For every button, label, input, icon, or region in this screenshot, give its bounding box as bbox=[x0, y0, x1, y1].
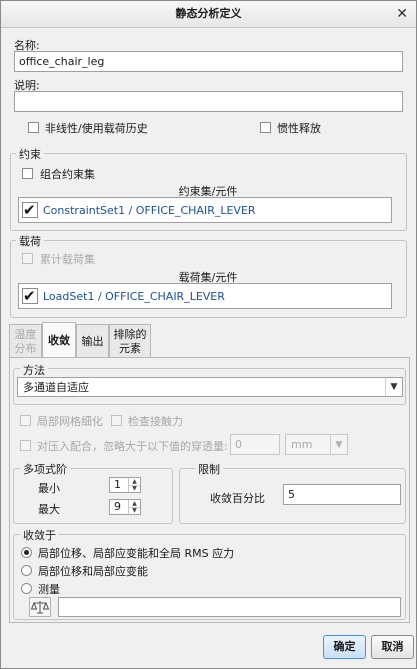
combine-constraints-checkbox[interactable] bbox=[22, 168, 33, 179]
measure-input[interactable] bbox=[58, 597, 401, 617]
close-icon[interactable]: ✕ bbox=[396, 3, 408, 25]
nonlinear-label: 非线性/使用载荷历史 bbox=[45, 122, 148, 135]
constraints-title: 约束 bbox=[16, 146, 44, 162]
limits-title: 限制 bbox=[195, 461, 223, 477]
press-fit-label: 对压入配合，忽略大于以下值的穿透量: bbox=[37, 440, 228, 453]
loads-title: 载荷 bbox=[16, 233, 44, 249]
press-fit-checkbox[interactable] bbox=[20, 440, 31, 451]
tab-temperature-distribution[interactable]: 温度 分布 bbox=[9, 324, 42, 358]
inertia-relief-checkbox[interactable] bbox=[260, 122, 271, 133]
converge-option-measure-radio[interactable] bbox=[21, 583, 32, 594]
measure-select-button[interactable] bbox=[29, 597, 51, 617]
spin-down-icon[interactable]: ▼ bbox=[129, 485, 140, 492]
converge-option-measure-label: 测量 bbox=[38, 583, 60, 596]
local-mesh-refine-label: 局部网格细化 bbox=[37, 415, 103, 428]
analysis-definition-dialog: 静态分析定义 ✕ 名称: office_chair_leg 说明: 非线性/使用… bbox=[0, 0, 417, 669]
convergence-percent-input[interactable]: 5 bbox=[283, 484, 401, 505]
chevron-down-icon: ▼ bbox=[330, 435, 347, 454]
checkmark-icon: ✔ bbox=[23, 201, 36, 219]
cumulative-loads-checkbox[interactable] bbox=[22, 253, 33, 264]
local-mesh-refine-checkbox[interactable] bbox=[20, 415, 31, 426]
spin-down-icon[interactable]: ▼ bbox=[129, 507, 140, 514]
converge-option-global-rms-radio[interactable] bbox=[21, 547, 32, 558]
converge-option-local-label: 局部位移和局部应变能 bbox=[38, 565, 148, 578]
tab-convergence[interactable]: 收敛 bbox=[42, 322, 76, 358]
cancel-button[interactable]: 取消 bbox=[371, 635, 414, 659]
min-order-spinner[interactable]: 1 ▲ ▼ bbox=[109, 477, 141, 493]
converge-option-global-rms-label: 局部位移、局部应变能和全局 RMS 应力 bbox=[38, 547, 235, 560]
converge-on-title: 收敛于 bbox=[20, 527, 59, 543]
nonlinear-checkbox[interactable] bbox=[28, 122, 39, 133]
description-input[interactable] bbox=[14, 91, 403, 112]
check-contact-checkbox[interactable] bbox=[111, 415, 122, 426]
min-order-label: 最小 bbox=[38, 482, 60, 495]
tab-output[interactable]: 输出 bbox=[76, 324, 109, 358]
name-input[interactable]: office_chair_leg bbox=[14, 51, 403, 72]
max-order-label: 最大 bbox=[38, 503, 60, 516]
polynomial-order-title: 多项式阶 bbox=[20, 461, 70, 477]
chevron-down-icon: ▼ bbox=[385, 378, 402, 396]
check-contact-label: 检查接触力 bbox=[128, 415, 183, 428]
method-title: 方法 bbox=[20, 362, 48, 378]
checkmark-icon: ✔ bbox=[23, 287, 36, 305]
press-fit-unit-select[interactable]: mm ▼ bbox=[285, 434, 348, 455]
constraints-list: ✔ ConstraintSet1 / OFFICE_CHAIR_LEVER bbox=[18, 197, 392, 223]
convergence-percent-label: 收敛百分比 bbox=[210, 492, 265, 505]
press-fit-value-input[interactable]: 0 bbox=[230, 434, 280, 455]
ok-button[interactable]: 确定 bbox=[323, 635, 366, 659]
max-order-spinner[interactable]: 9 ▲ ▼ bbox=[109, 499, 141, 515]
window-title: 静态分析定义 bbox=[175, 7, 242, 20]
constraint-set-checkbox[interactable]: ✔ bbox=[22, 202, 38, 218]
measure-scale-icon bbox=[30, 601, 50, 614]
converge-option-local-radio[interactable] bbox=[21, 565, 32, 576]
title-bar: 静态分析定义 ✕ bbox=[1, 1, 416, 28]
tab-excluded-elements[interactable]: 排除的 元素 bbox=[109, 324, 151, 358]
inertia-relief-label: 惯性释放 bbox=[277, 122, 321, 135]
combine-constraints-label: 组合约束集 bbox=[40, 168, 95, 181]
loads-list: ✔ LoadSet1 / OFFICE_CHAIR_LEVER bbox=[18, 283, 392, 309]
constraint-set-item[interactable]: ConstraintSet1 / OFFICE_CHAIR_LEVER bbox=[43, 204, 256, 217]
cumulative-loads-label: 累计载荷集 bbox=[40, 253, 95, 266]
load-set-item[interactable]: LoadSet1 / OFFICE_CHAIR_LEVER bbox=[43, 290, 225, 303]
load-set-checkbox[interactable]: ✔ bbox=[22, 288, 38, 304]
method-select[interactable]: 多通道自适应 ▼ bbox=[17, 377, 403, 397]
